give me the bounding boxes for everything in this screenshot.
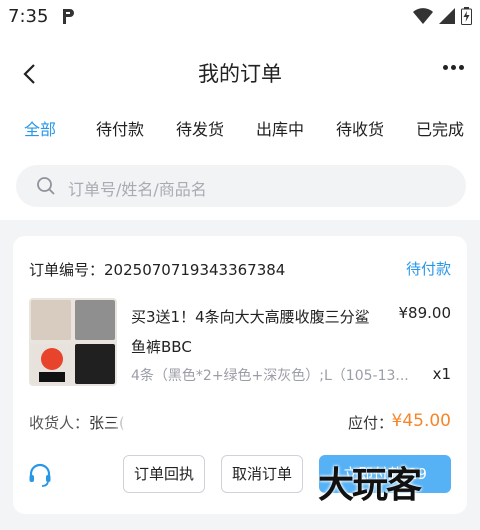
order-card[interactable]: 订单编号：2025070719343367384 待付款 买3送1！4条向大大高… [13, 236, 467, 514]
consignee-label: 收货人： [29, 414, 90, 432]
tab-completed[interactable]: 已完成 [416, 116, 464, 140]
redaction-blur [125, 412, 235, 436]
order-number-value: 2025070719343367384 [104, 261, 286, 279]
wifi-icon [413, 8, 433, 24]
more-options-icon[interactable] [443, 65, 464, 70]
tab-pending-payment[interactable]: 待付款 [96, 116, 144, 140]
product-name[interactable]: 买3送1！4条向大大高腰收腹三分鲨鱼裤BBC [131, 302, 379, 362]
consignee: 收货人：张三(1 [29, 412, 134, 433]
tab-pending-shipment[interactable]: 待发货 [176, 116, 224, 140]
cancel-order-button[interactable]: 取消订单 [221, 455, 303, 493]
pay-now-button[interactable]: 立即付款 29 [319, 455, 451, 493]
search-input[interactable]: 订单号/姓名/商品名 [16, 165, 466, 207]
product-image[interactable] [29, 298, 117, 386]
signal-icon [439, 8, 455, 24]
app-notification-icon [63, 9, 74, 24]
search-icon [37, 177, 55, 195]
order-number: 订单编号：2025070719343367384 [29, 259, 285, 280]
customer-service-icon[interactable] [27, 462, 53, 488]
battery-icon [461, 7, 472, 25]
tab-outbound[interactable]: 出库中 [256, 116, 304, 140]
status-bar: 7:35 [0, 0, 480, 34]
status-time: 7:35 [8, 6, 49, 27]
order-status-badge: 待付款 [405, 260, 451, 278]
page-title: 我的订单 [198, 62, 282, 86]
tab-all[interactable]: 全部 [24, 116, 56, 140]
search-section: 订单号/姓名/商品名 [0, 150, 480, 220]
status-indicators [413, 7, 472, 25]
amount-due: ¥45.00 [391, 411, 451, 431]
product-spec: 4条（黑色*2+绿色+深灰色）;L（105-13... [131, 368, 409, 384]
order-number-label: 订单编号： [29, 261, 105, 279]
product-quantity: x1 [432, 365, 451, 383]
search-placeholder: 订单号/姓名/商品名 [68, 180, 207, 199]
order-receipt-button[interactable]: 订单回执 [123, 455, 205, 493]
amount-due-label: 应付： [348, 414, 394, 432]
tab-pending-receipt[interactable]: 待收货 [336, 116, 384, 140]
product-price: ¥89.00 [398, 304, 452, 322]
